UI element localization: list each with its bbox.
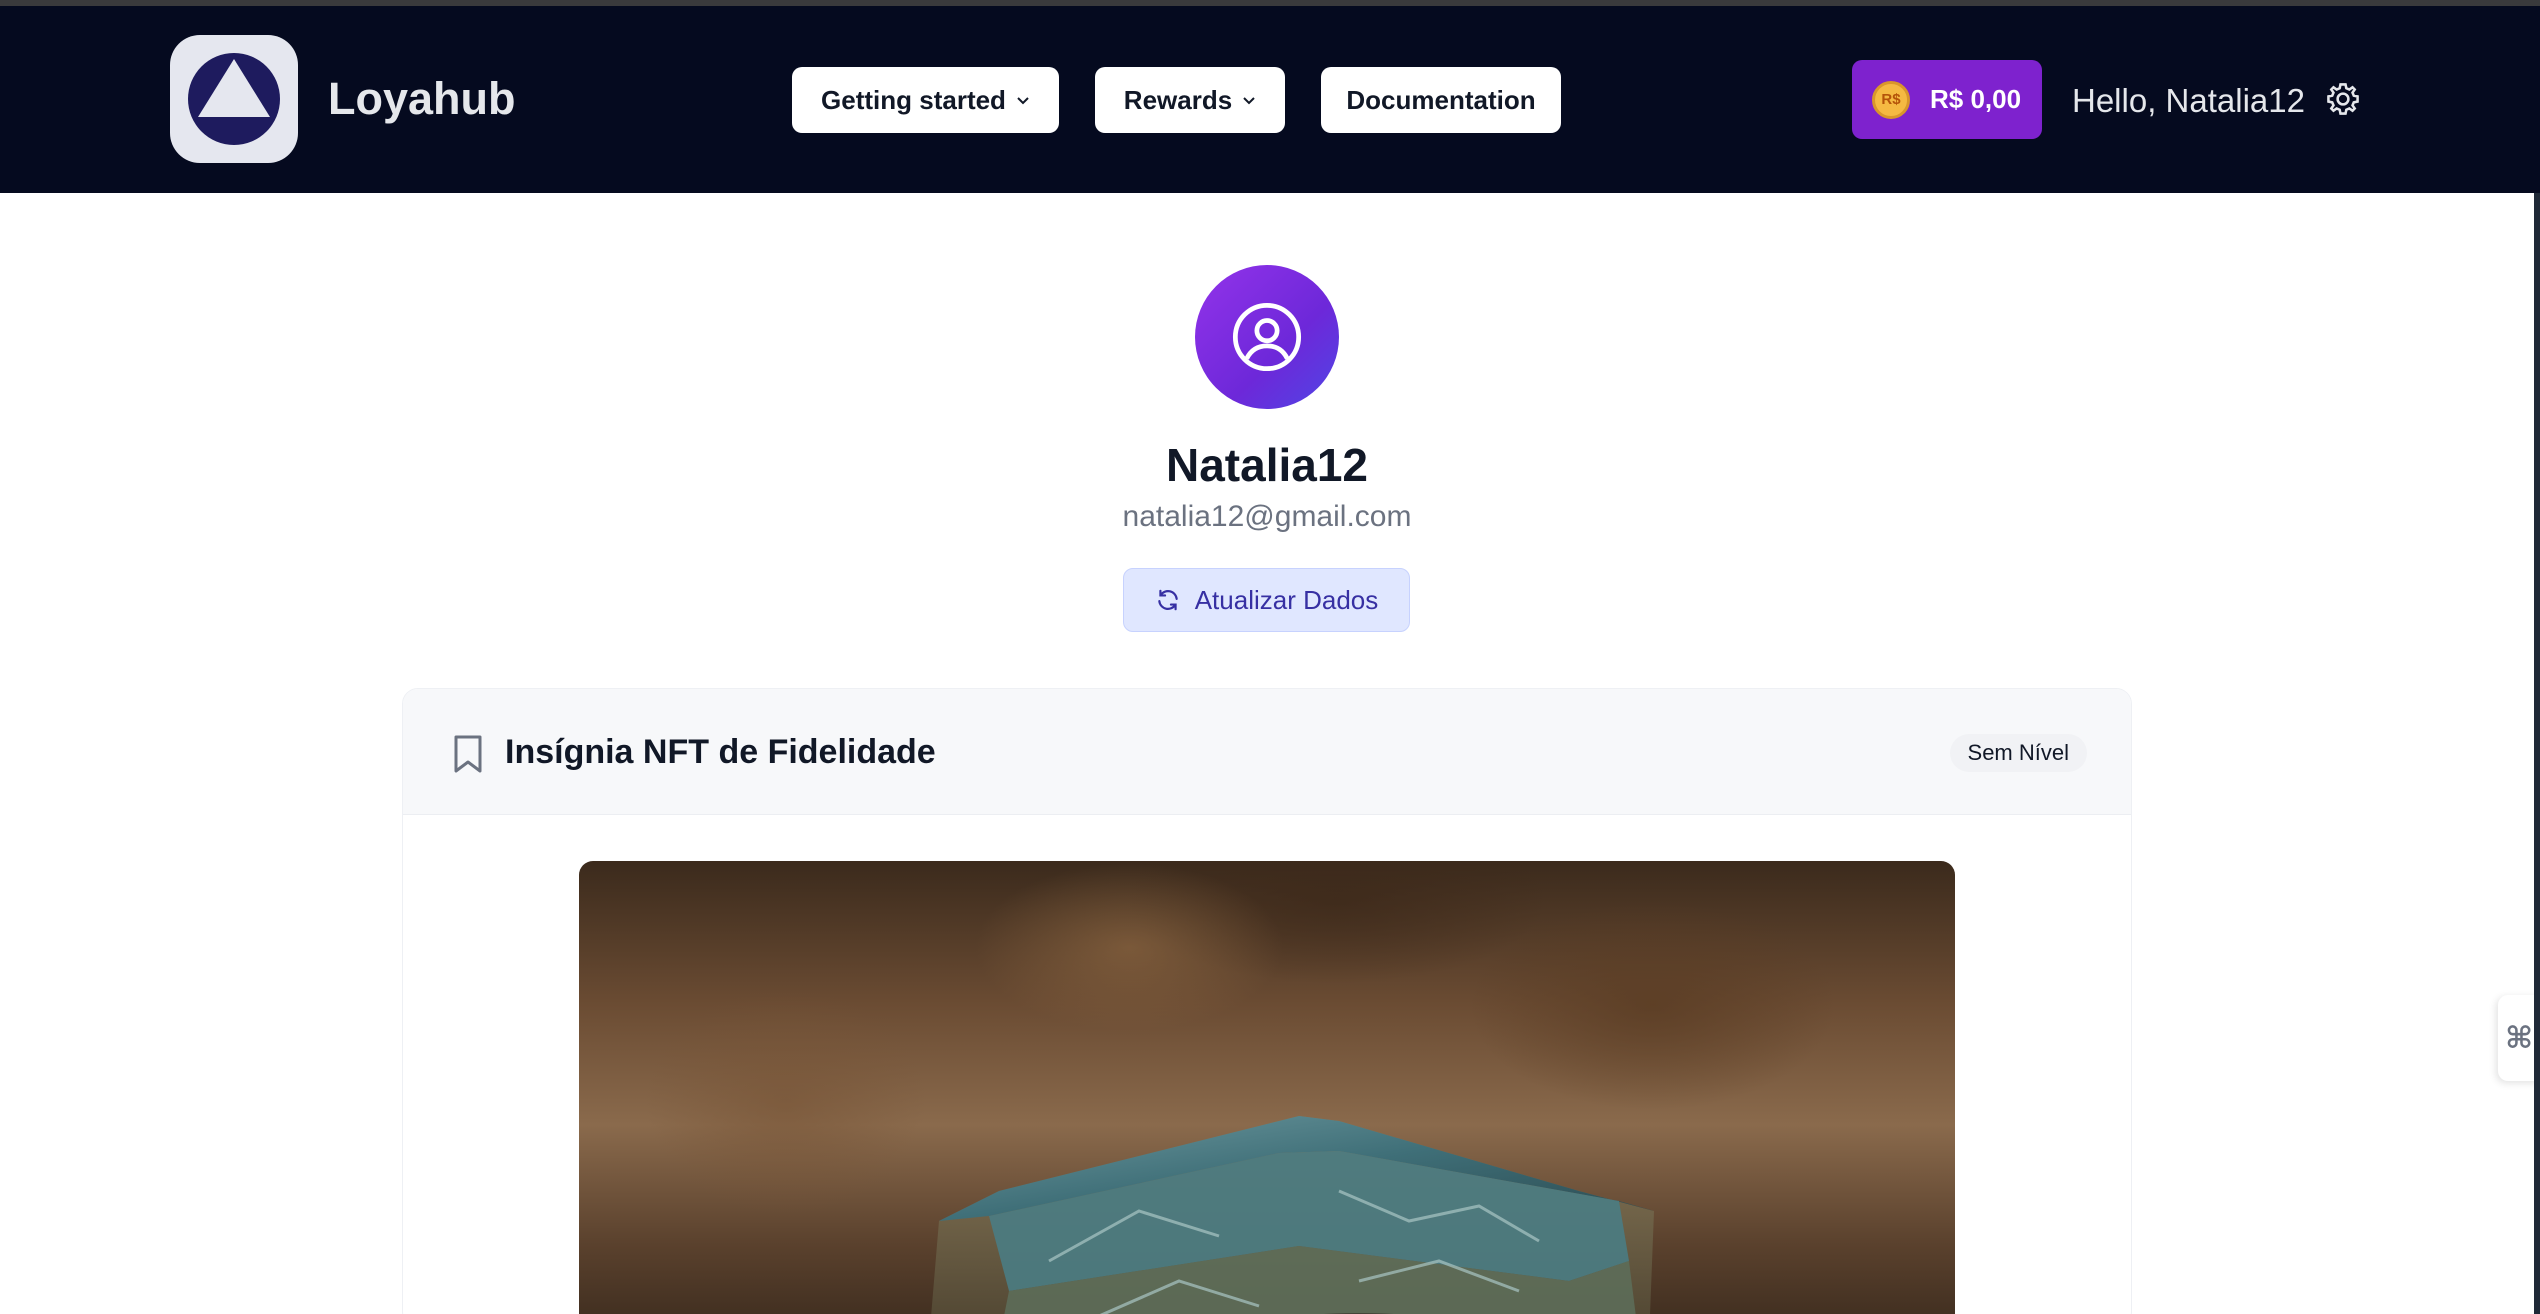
nft-card-title: Insígnia NFT de Fidelidade: [505, 733, 936, 771]
wallet-balance-button[interactable]: R$ R$ 0,00: [1852, 60, 2042, 139]
refresh-icon: [1157, 589, 1178, 611]
wallet-amount: R$ 0,00: [1930, 84, 2022, 114]
level-badge: Sem Nível: [1949, 734, 2087, 772]
profile-email: natalia12@gmail.com: [1122, 500, 1412, 533]
refresh-data-label: Atualizar Dados: [1194, 584, 1379, 615]
nav-documentation-label: Documentation: [1346, 84, 1536, 115]
user-circle-icon: [1232, 302, 1302, 372]
gear-icon[interactable]: [2324, 80, 2362, 118]
navbar: Loyahub Getting started Rewards Document…: [0, 6, 2540, 193]
nft-artwork: [931, 1116, 1654, 1314]
bookmark-icon: [454, 735, 482, 773]
logo[interactable]: [170, 35, 298, 163]
nft-badge-image: [579, 861, 1955, 1314]
avatar: [1195, 265, 1339, 409]
nav-getting-started-label: Getting started: [821, 84, 1006, 115]
chevron-down-icon: [1016, 95, 1030, 105]
coin-label: R$: [1881, 91, 1901, 108]
user-greeting: Hello, Natalia12: [2072, 82, 2305, 119]
side-panel-icon: ⌘: [2505, 1021, 2533, 1055]
chevron-down-icon: [1242, 95, 1256, 105]
window-right-edge: [2534, 193, 2540, 1314]
nav-rewards-label: Rewards: [1123, 84, 1233, 115]
coin-icon: R$: [1872, 80, 1910, 119]
nav-documentation-button[interactable]: Documentation: [1321, 67, 1561, 133]
nav-getting-started-button[interactable]: Getting started: [792, 67, 1059, 133]
refresh-data-button[interactable]: Atualizar Dados: [1123, 568, 1410, 632]
logo-icon: [188, 53, 280, 145]
nft-badge-card: Insígnia NFT de Fidelidade Sem Nível: [402, 688, 2132, 1314]
nft-card-header: Insígnia NFT de Fidelidade Sem Nível: [403, 689, 2131, 815]
nav-rewards-button[interactable]: Rewards: [1095, 67, 1285, 133]
brand-name: Loyahub: [328, 73, 516, 124]
profile-username: Natalia12: [1165, 439, 1368, 491]
